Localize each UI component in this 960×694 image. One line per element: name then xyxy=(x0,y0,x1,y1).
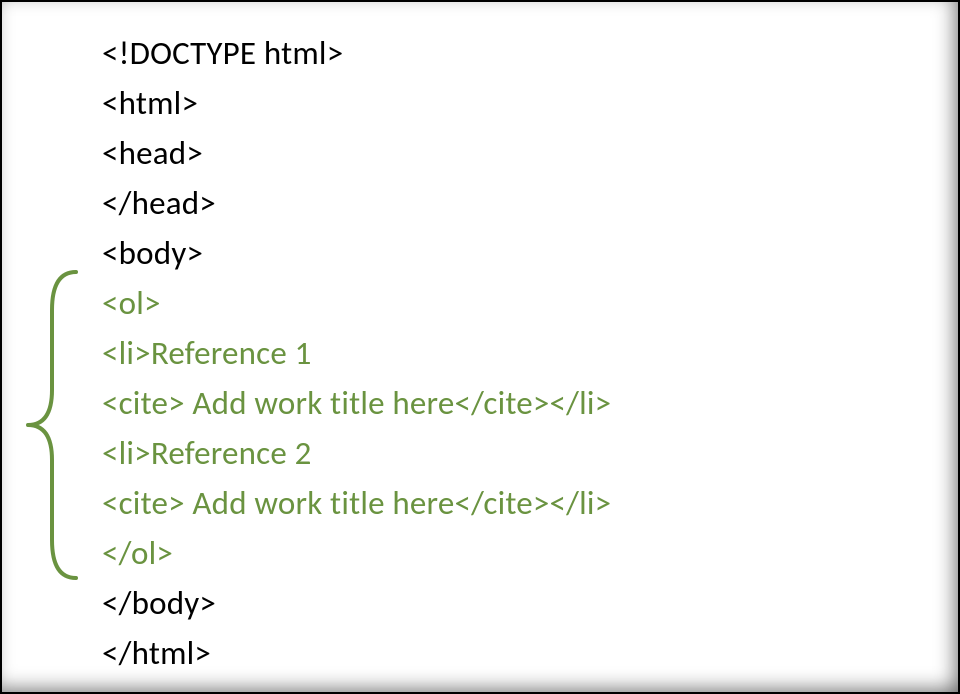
code-example-frame: <!DOCTYPE html> <html> <head> </head> <b… xyxy=(0,0,960,694)
curly-brace-icon xyxy=(22,270,80,580)
code-line-cite1: <cite> Add work title here</cite></li> xyxy=(102,378,611,428)
code-line-ol-close: </ol> xyxy=(102,528,611,578)
code-line-head-open: <head> xyxy=(102,128,611,178)
code-block: <!DOCTYPE html> <html> <head> </head> <b… xyxy=(102,28,611,678)
code-line-ol-open: <ol> xyxy=(102,278,611,328)
code-line-html-open: <html> xyxy=(102,78,611,128)
code-line-cite2: <cite> Add work title here</cite></li> xyxy=(102,478,611,528)
code-line-doctype: <!DOCTYPE html> xyxy=(102,28,611,78)
code-line-li1: <li>Reference 1 xyxy=(102,328,611,378)
code-line-html-close: </html> xyxy=(102,628,611,678)
code-line-body-close: </body> xyxy=(102,578,611,628)
code-line-body-open: <body> xyxy=(102,228,611,278)
code-line-head-close: </head> xyxy=(102,178,611,228)
code-line-li2: <li>Reference 2 xyxy=(102,428,611,478)
